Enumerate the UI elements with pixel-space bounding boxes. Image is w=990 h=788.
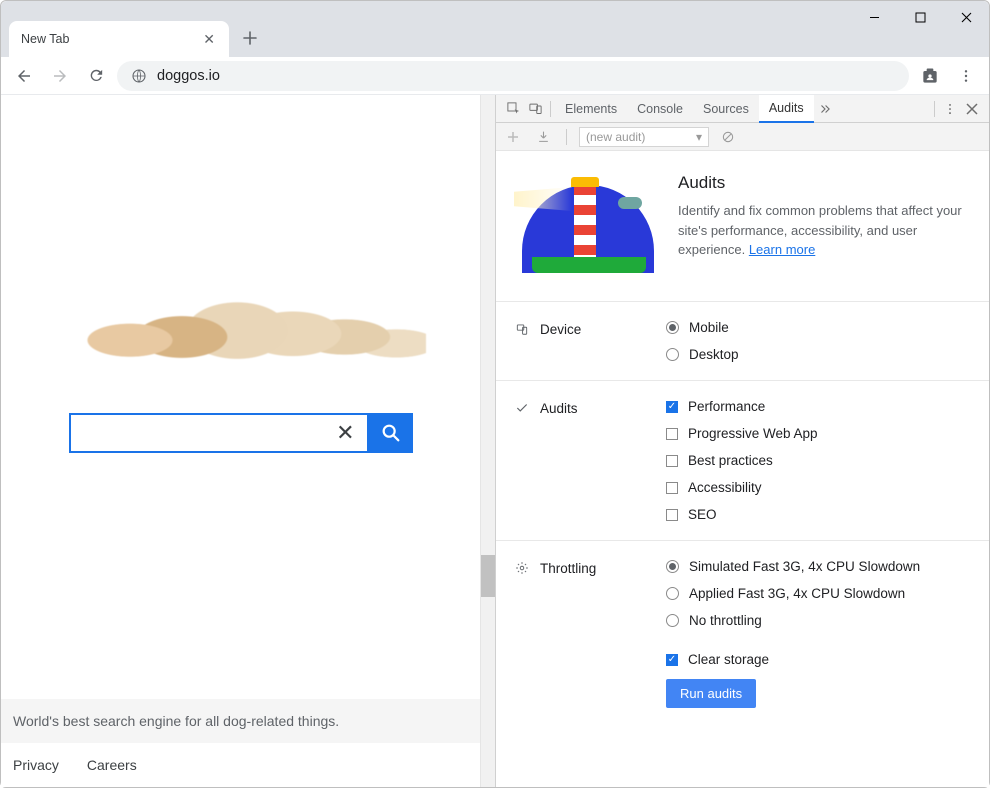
new-tab-button[interactable] (235, 23, 265, 53)
audit-option-seo[interactable]: SEO (666, 507, 818, 522)
clear-icon[interactable]: ✕ (332, 420, 358, 446)
maximize-button[interactable] (897, 1, 943, 33)
cancel-icon[interactable] (717, 123, 739, 151)
checkbox-icon (666, 455, 678, 467)
device-label: Device (540, 322, 581, 337)
url-text: doggos.io (157, 68, 220, 84)
chrome-window: New Tab ✕ (0, 0, 990, 788)
checkbox-icon (666, 482, 678, 494)
search-button[interactable] (369, 413, 413, 453)
back-button[interactable] (9, 61, 39, 91)
chevron-down-icon: ▾ (696, 130, 702, 144)
device-option-mobile[interactable]: Mobile (666, 320, 739, 335)
audit-option-pwa[interactable]: Progressive Web App (666, 426, 818, 441)
close-button[interactable] (943, 1, 989, 33)
toggle-device-icon[interactable] (524, 95, 546, 123)
device-option-desktop[interactable]: Desktop (666, 347, 739, 362)
tab-console[interactable]: Console (627, 95, 693, 123)
browser-toolbar: doggos.io (1, 57, 989, 95)
footer-link-privacy[interactable]: Privacy (13, 757, 59, 773)
gear-icon (514, 561, 530, 575)
throttling-option-simulated[interactable]: Simulated Fast 3G, 4x CPU Slowdown (666, 559, 920, 574)
audits-label: Audits (540, 401, 578, 416)
audits-description: Identify and fix common problems that af… (678, 201, 971, 260)
device-icon (514, 322, 530, 336)
audits-body: Audits Identify and fix common problems … (496, 151, 989, 787)
learn-more-link[interactable]: Learn more (749, 242, 815, 257)
account-icon[interactable] (915, 61, 945, 91)
check-icon (514, 401, 530, 415)
radio-icon (666, 614, 679, 627)
devtools-panel: Elements Console Sources Audits (495, 95, 989, 787)
devtools-menu-icon[interactable] (939, 95, 961, 123)
search-input[interactable] (79, 424, 333, 443)
audit-dropdown[interactable]: (new audit) ▾ (579, 127, 709, 147)
radio-icon (666, 348, 679, 361)
tab-elements[interactable]: Elements (555, 95, 627, 123)
footer-link-careers[interactable]: Careers (87, 757, 137, 773)
download-icon[interactable] (532, 123, 554, 151)
lighthouse-illustration (514, 173, 654, 273)
throttling-label: Throttling (540, 561, 596, 576)
audit-option-performance[interactable]: ✓ Performance (666, 399, 818, 414)
throttling-option-none[interactable]: No throttling (666, 613, 920, 628)
radio-icon (666, 560, 679, 573)
devtools-tabbar: Elements Console Sources Audits (496, 95, 989, 123)
clear-storage-option[interactable]: ✓ Clear storage (666, 652, 769, 667)
hero-image-puppies (56, 225, 426, 385)
browser-tab[interactable]: New Tab ✕ (9, 21, 229, 57)
overflow-menu-button[interactable] (951, 61, 981, 91)
inspect-element-icon[interactable] (502, 95, 524, 123)
checkbox-icon: ✓ (666, 654, 678, 666)
tab-title: New Tab (21, 32, 69, 46)
checkbox-icon: ✓ (666, 401, 678, 413)
audit-dropdown-label: (new audit) (586, 130, 645, 144)
globe-icon (131, 68, 147, 84)
content-area: ✕ World's best search engine for all dog… (1, 95, 989, 787)
address-bar[interactable]: doggos.io (117, 61, 909, 91)
more-tabs-icon[interactable] (814, 95, 836, 123)
tab-audits[interactable]: Audits (759, 95, 814, 123)
audit-option-accessibility[interactable]: Accessibility (666, 480, 818, 495)
tagline: World's best search engine for all dog-r… (1, 699, 480, 743)
window-controls (851, 1, 989, 33)
page-scrollbar[interactable] (480, 95, 495, 787)
audits-subbar: (new audit) ▾ (496, 123, 989, 151)
radio-icon (666, 587, 679, 600)
run-audits-button[interactable]: Run audits (666, 679, 756, 708)
audit-option-best-practices[interactable]: Best practices (666, 453, 818, 468)
audits-title: Audits (678, 173, 971, 193)
tab-close-icon[interactable]: ✕ (201, 29, 217, 50)
page-search-bar: ✕ (69, 413, 413, 453)
forward-button[interactable] (45, 61, 75, 91)
radio-icon (666, 321, 679, 334)
checkbox-icon (666, 509, 678, 521)
new-audit-icon[interactable] (502, 123, 524, 151)
reload-button[interactable] (81, 61, 111, 91)
scrollbar-thumb[interactable] (481, 555, 495, 597)
tab-sources[interactable]: Sources (693, 95, 759, 123)
tab-strip: New Tab ✕ (1, 1, 989, 57)
webpage-viewport: ✕ World's best search engine for all dog… (1, 95, 495, 787)
checkbox-icon (666, 428, 678, 440)
throttling-option-applied[interactable]: Applied Fast 3G, 4x CPU Slowdown (666, 586, 920, 601)
minimize-button[interactable] (851, 1, 897, 33)
devtools-close-icon[interactable] (961, 95, 983, 123)
